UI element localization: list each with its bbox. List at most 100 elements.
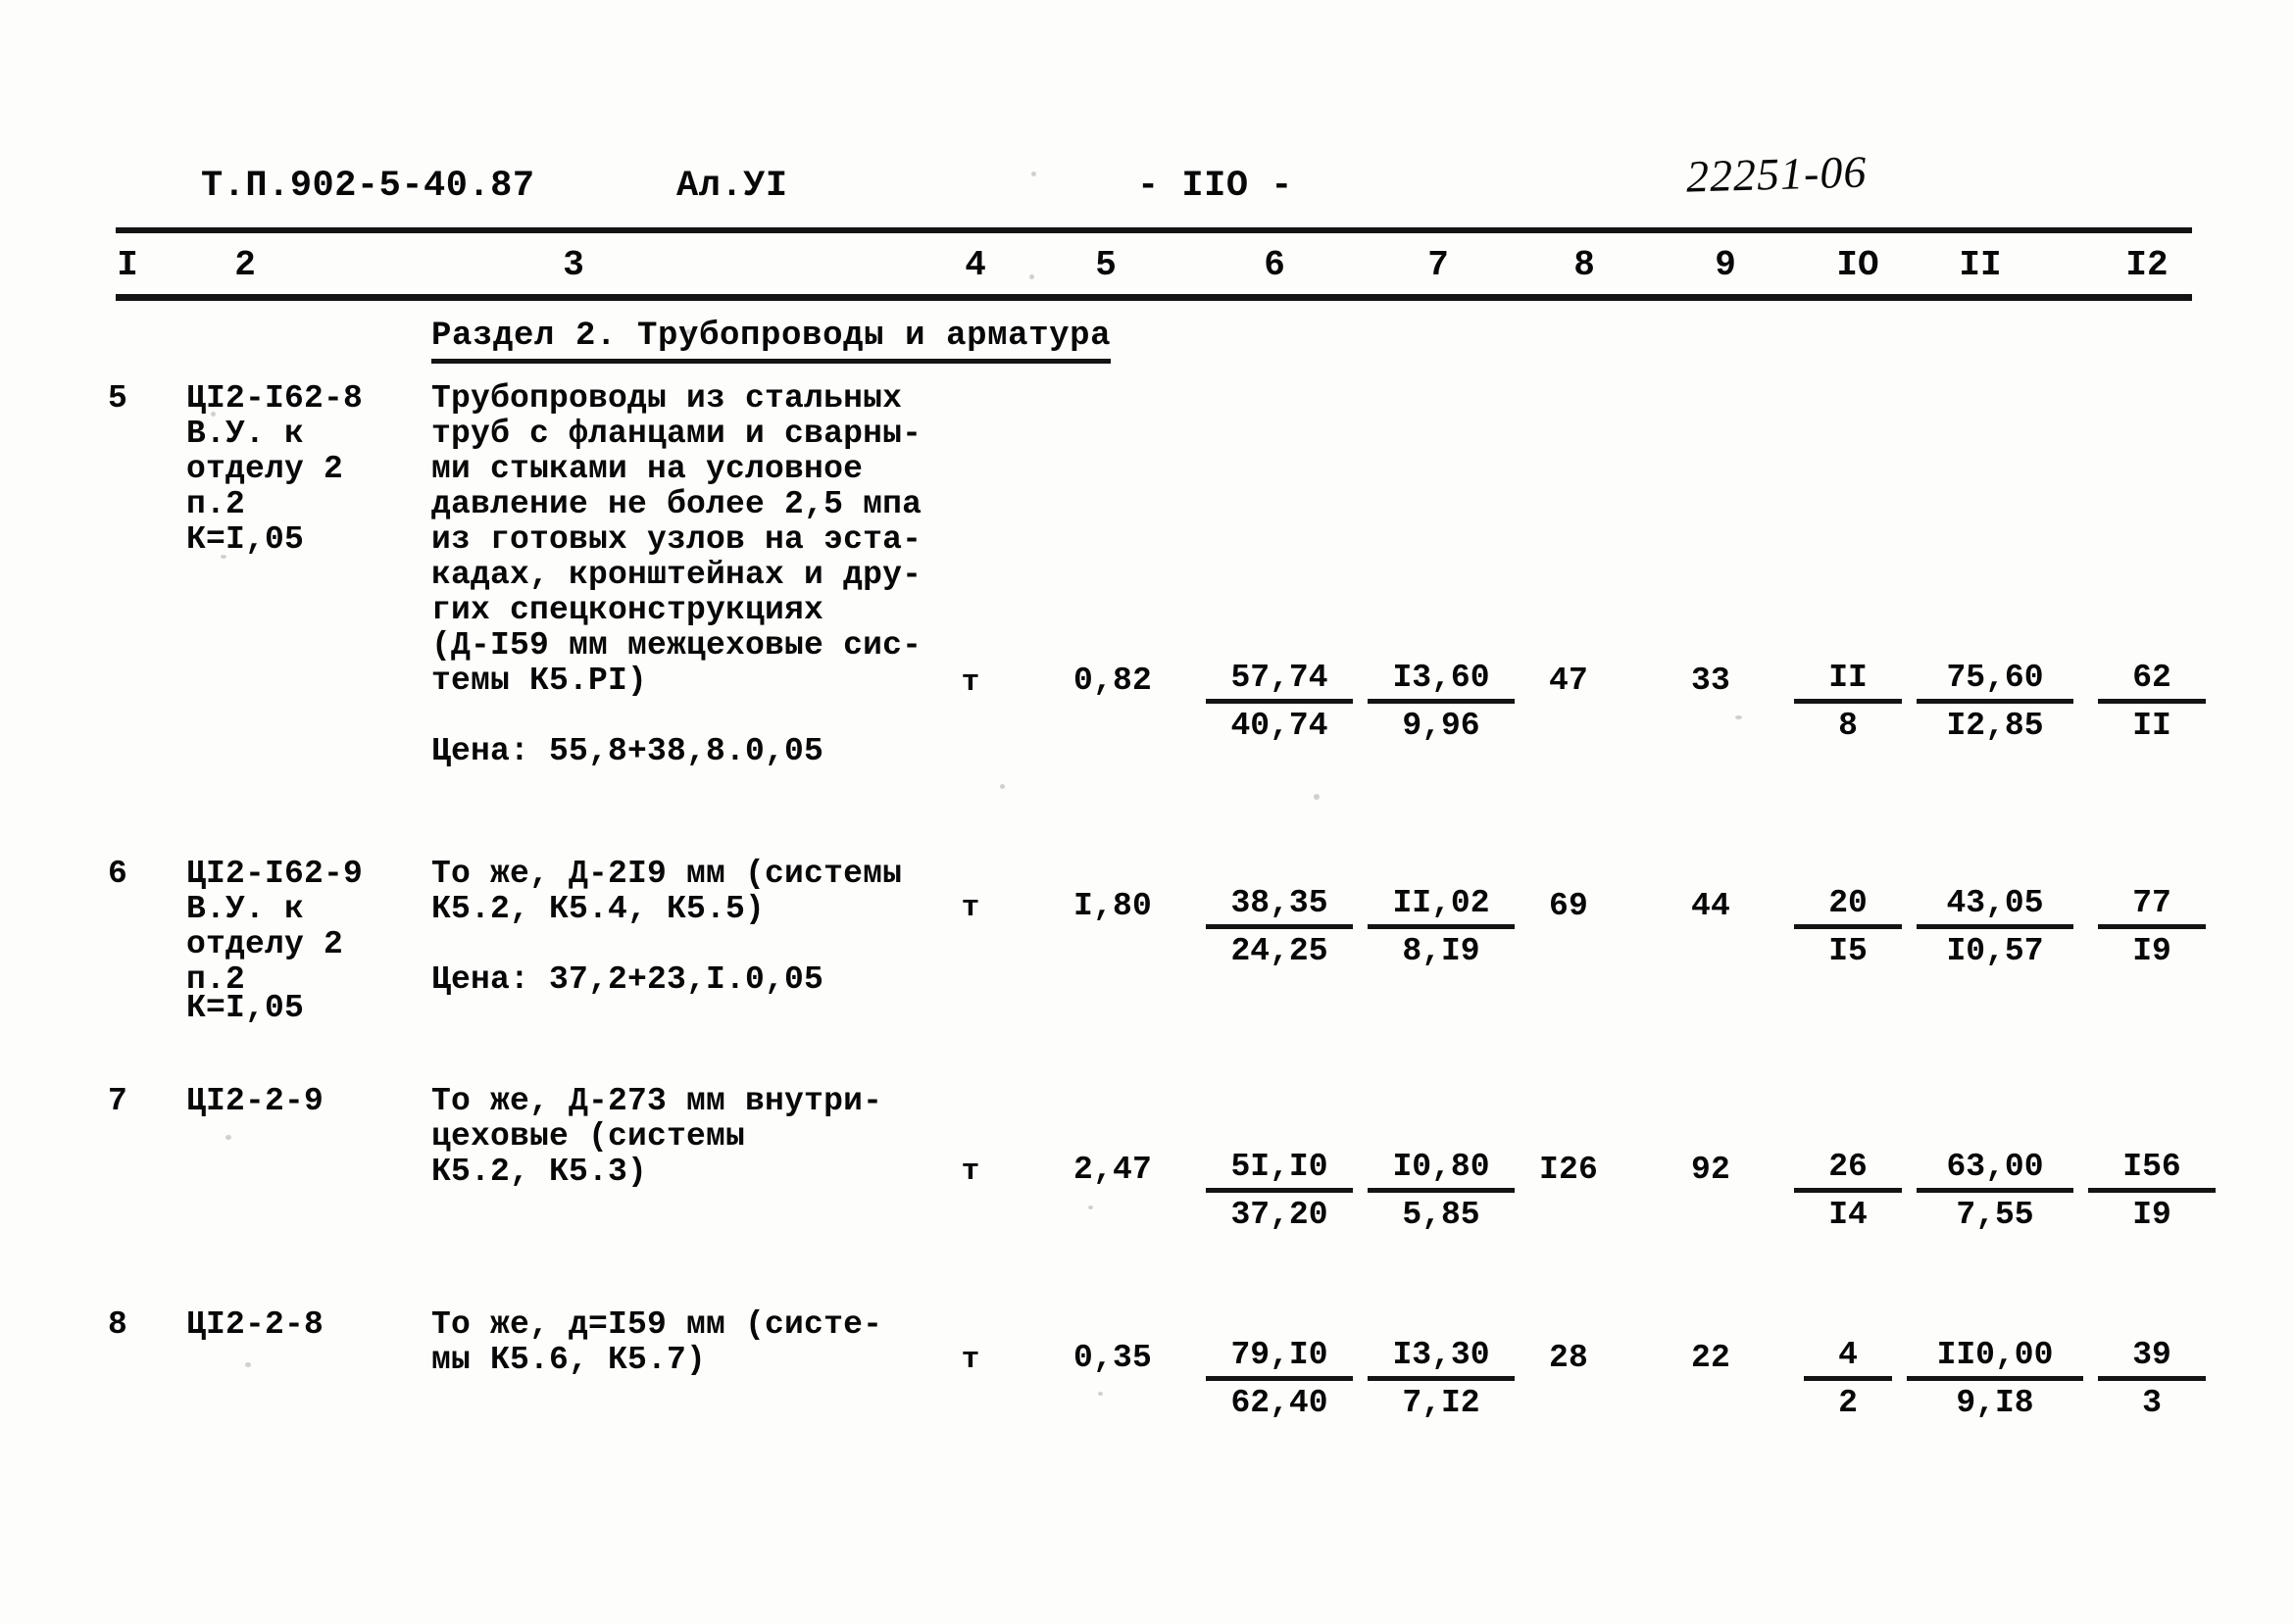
row-col6-bottom: 37,20 [1230, 1197, 1328, 1233]
row-col6-top: 79,I0 [1206, 1336, 1353, 1381]
row-quantity: 0,82 [1072, 663, 1152, 699]
scan-speck [1098, 1392, 1103, 1396]
row-col6-bottom: 24,25 [1230, 933, 1328, 969]
row-quantity: I,80 [1072, 888, 1152, 924]
row-col10-fraction: II 8 [1794, 659, 1902, 746]
row-description-line: То же, Д-273 мм внутри- [431, 1083, 883, 1119]
column-number-5: 5 [1095, 245, 1117, 285]
row-code-line: ЦI2-2-8 [186, 1306, 324, 1343]
row-col12-top: 77 [2098, 884, 2206, 929]
row-description-line: кадах, кронштейнах и дру- [431, 557, 923, 593]
row-col8: 28 [1548, 1340, 1588, 1376]
column-number-8: 8 [1573, 245, 1595, 285]
row-description-line: гих спецконструкциях [431, 592, 824, 628]
row-col7-top: I0,80 [1368, 1148, 1515, 1193]
row-price-note: Цена: 55,8+38,8.0,05 [431, 733, 824, 769]
row-code-line: ЦI2-2-9 [186, 1083, 324, 1119]
row-description-line: темы К5.РI) [431, 663, 648, 699]
column-number-12: I2 [2125, 245, 2169, 285]
row-col10-fraction: 26 I4 [1794, 1148, 1902, 1235]
row-col11-bottom: I2,85 [1946, 708, 2044, 744]
row-col7-bottom: 5,85 [1402, 1197, 1480, 1233]
row-quantity: 0,35 [1072, 1340, 1152, 1376]
document-code: Т.П.902-5-40.87 [201, 166, 535, 207]
row-code-line: п.2 [186, 486, 246, 522]
column-number-6: 6 [1264, 245, 1285, 285]
row-quantity: 2,47 [1072, 1152, 1152, 1188]
row-number: 7 [108, 1083, 128, 1119]
row-col10-bottom: 8 [1838, 708, 1858, 744]
row-col11-bottom: 9,I8 [1956, 1385, 2034, 1421]
row-col12-fraction: 77 I9 [2098, 884, 2206, 971]
row-col9: 22 [1690, 1340, 1730, 1376]
row-description-line: труб с фланцами и сварны- [431, 416, 923, 452]
row-description-line: К5.2, К5.3) [431, 1154, 648, 1190]
row-col7-fraction: I0,80 5,85 [1368, 1148, 1515, 1235]
row-col7-bottom: 7,I2 [1402, 1385, 1480, 1421]
row-col11-bottom: 7,55 [1956, 1197, 2034, 1233]
row-col9: 44 [1690, 888, 1730, 924]
row-code-line: В.У. к [186, 416, 305, 452]
row-col7-top: I3,60 [1368, 659, 1515, 704]
row-description-line: мы К5.6, К5.7) [431, 1342, 707, 1378]
row-unit: т [961, 1343, 980, 1377]
row-col7-fraction: I3,30 7,I2 [1368, 1336, 1515, 1423]
row-col12-top: 62 [2098, 659, 2206, 704]
scan-speck [1088, 1206, 1093, 1209]
row-col7-fraction: I3,60 9,96 [1368, 659, 1515, 746]
row-col9: 33 [1690, 663, 1730, 699]
row-col11-fraction: 63,00 7,55 [1917, 1148, 2073, 1235]
row-description-line: То же, Д-2I9 мм (системы [431, 856, 903, 892]
row-code-line: отделу 2 [186, 926, 344, 962]
row-unit: т [961, 1155, 980, 1189]
row-description-line: цеховые (системы [431, 1118, 746, 1155]
row-description-line: К5.2, К5.4, К5.5) [431, 891, 766, 927]
row-description-line: из готовых узлов на эста- [431, 521, 923, 558]
page-header: Т.П.902-5-40.87 Ал.УI - IIO - 22251-06 [0, 146, 2294, 212]
column-number-7: 7 [1427, 245, 1449, 285]
row-col11-top: 43,05 [1917, 884, 2073, 929]
row-col10-top: 20 [1794, 884, 1902, 929]
row-description-line: давление не более 2,5 мпа [431, 486, 923, 522]
row-unit: т [961, 665, 980, 700]
row-col7-bottom: 9,96 [1402, 708, 1480, 744]
row-description-line: Трубопроводы из стальных [431, 380, 903, 417]
column-number-4: 4 [965, 245, 986, 285]
row-col11-fraction: II0,00 9,I8 [1907, 1336, 2083, 1423]
row-col12-bottom: 3 [2142, 1385, 2162, 1421]
row-col12-top: I56 [2088, 1148, 2216, 1193]
row-col12-bottom: I9 [2132, 1197, 2171, 1233]
row-col12-bottom: II [2132, 708, 2171, 744]
row-col10-bottom: 2 [1838, 1385, 1858, 1421]
row-col10-bottom: I5 [1828, 933, 1868, 969]
scan-speck [245, 1362, 251, 1367]
row-col12-fraction: 39 3 [2098, 1336, 2206, 1423]
row-col6-top: 38,35 [1206, 884, 1353, 929]
row-code-line: В.У. к [186, 891, 305, 927]
row-col12-fraction: I56 I9 [2088, 1148, 2216, 1235]
row-col11-fraction: 43,05 I0,57 [1917, 884, 2073, 971]
row-col11-bottom: I0,57 [1946, 933, 2044, 969]
row-col8: 69 [1548, 888, 1588, 924]
row-col11-top: 75,60 [1917, 659, 2073, 704]
page-number: - IIO - [1137, 166, 1293, 207]
row-col6-fraction: 79,I0 62,40 [1206, 1336, 1353, 1423]
row-col9: 92 [1690, 1152, 1730, 1188]
scan-speck [686, 329, 691, 334]
row-code-line: К=I,05 [186, 990, 305, 1026]
scan-speck [211, 412, 216, 417]
row-col10-fraction: 20 I5 [1794, 884, 1902, 971]
row-col7-top: I3,30 [1368, 1336, 1515, 1381]
row-col11-top: 63,00 [1917, 1148, 2073, 1193]
column-number-3: 3 [563, 245, 584, 285]
row-col10-top: 26 [1794, 1148, 1902, 1193]
row-col10-bottom: I4 [1828, 1197, 1868, 1233]
archive-stamp-number: 22251-06 [1685, 146, 1868, 202]
row-code-line: отделу 2 [186, 451, 344, 487]
row-description-line: ми стыками на условное [431, 451, 864, 487]
row-col6-fraction: 57,74 40,74 [1206, 659, 1353, 746]
row-col6-top: 57,74 [1206, 659, 1353, 704]
row-col7-bottom: 8,I9 [1402, 933, 1480, 969]
header-rule-bottom [116, 294, 2192, 301]
row-col11-top: II0,00 [1907, 1336, 2083, 1381]
